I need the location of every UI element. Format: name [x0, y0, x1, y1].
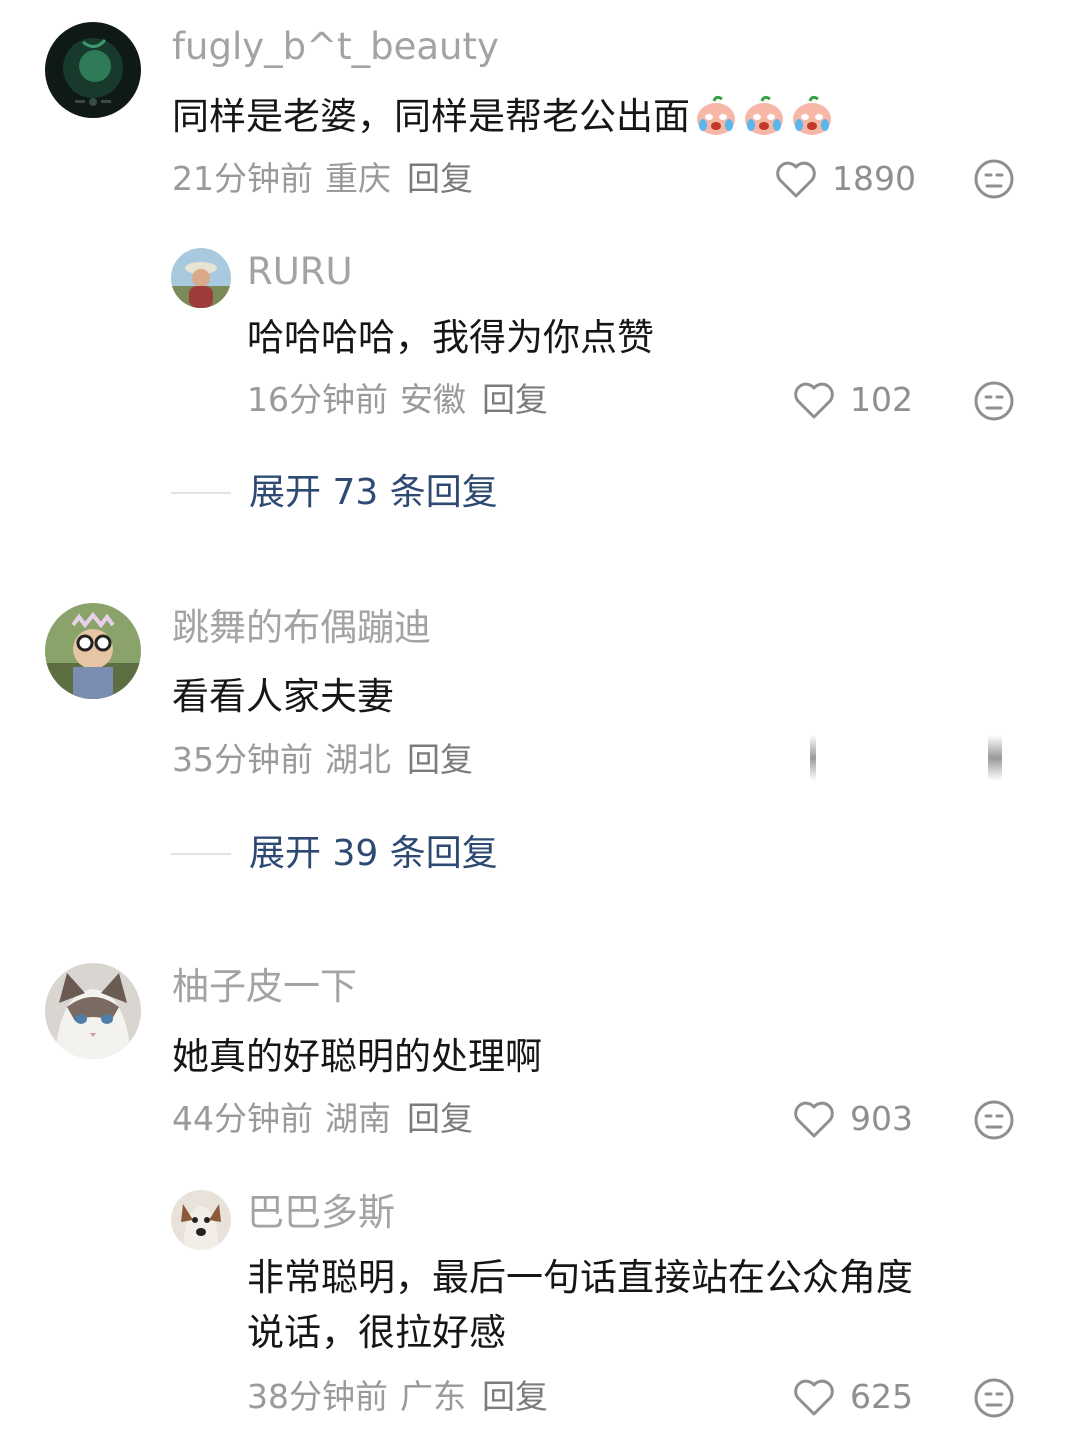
comment-location: 湖南: [325, 1099, 391, 1138]
meh-face-icon: [974, 1100, 1014, 1140]
reply-time: 16分钟前: [247, 380, 388, 419]
expand-replies-button[interactable]: 展开 73 条回复: [171, 470, 498, 516]
like-count: 102: [850, 380, 913, 419]
comment-text-content: 同样是老婆，同样是帮老公出面: [172, 95, 690, 138]
reply-button[interactable]: 回复: [482, 379, 548, 421]
like-count: 1890: [832, 159, 916, 198]
comment-list: fugly_b^t_beauty 同样是老婆，同样是帮老公出面 21分钟前 重庆…: [0, 0, 1080, 1445]
avatar[interactable]: [45, 963, 141, 1059]
dislike-button[interactable]: [973, 1377, 1015, 1419]
like-button[interactable]: 1890: [774, 158, 916, 200]
crying-peach-emoji: [694, 93, 738, 137]
expand-replies-button[interactable]: 展开 39 条回复: [171, 831, 498, 877]
avatar[interactable]: [45, 22, 141, 118]
meh-face-icon: [974, 159, 1014, 199]
comment-text: 同样是老婆，同样是帮老公出面: [172, 89, 834, 145]
comment-text: 看看人家夫妻: [172, 675, 394, 718]
reply-avatar[interactable]: [171, 248, 231, 308]
reply-meta: 38分钟前 广东 回复: [247, 1376, 548, 1418]
reply-username[interactable]: 巴巴多斯: [247, 1190, 395, 1236]
heart-outline-icon: [776, 161, 816, 198]
like-count: 625: [850, 1377, 913, 1416]
avatar[interactable]: [45, 603, 141, 699]
expand-replies-label: 展开 39 条回复: [249, 833, 498, 874]
divider-line: [171, 492, 231, 494]
reply-button[interactable]: 回复: [482, 1376, 548, 1418]
expand-replies-label: 展开 73 条回复: [249, 472, 498, 513]
loading-placeholder: [810, 735, 816, 781]
dislike-button[interactable]: [973, 158, 1015, 200]
comment-username[interactable]: fugly_b^t_beauty: [172, 24, 499, 70]
reply-location: 广东: [400, 1377, 466, 1416]
meh-face-icon: [974, 1378, 1014, 1418]
reply-text: 哈哈哈哈，我得为你点赞: [247, 316, 654, 359]
like-button[interactable]: 903: [792, 1098, 913, 1140]
reply-username[interactable]: RURU: [247, 249, 353, 295]
comment-meta: 35分钟前 湖北 回复: [172, 739, 473, 781]
comment-text: 她真的好聪明的处理啊: [172, 1035, 542, 1078]
reply-location: 安徽: [400, 380, 466, 419]
like-button[interactable]: 102: [792, 379, 913, 421]
heart-outline-icon: [794, 1379, 834, 1416]
loading-placeholder: [988, 735, 1002, 781]
reply-avatar[interactable]: [171, 1190, 231, 1250]
reply-time: 38分钟前: [247, 1377, 388, 1416]
reply-button[interactable]: 回复: [407, 739, 473, 781]
comment-meta: 21分钟前 重庆 回复: [172, 158, 473, 200]
comment-username[interactable]: 柚子皮一下: [172, 964, 357, 1010]
dislike-button[interactable]: [973, 1099, 1015, 1141]
comment-time: 35分钟前: [172, 740, 313, 779]
comment-time: 44分钟前: [172, 1099, 313, 1138]
comment-location: 湖北: [325, 740, 391, 779]
comment-meta: 44分钟前 湖南 回复: [172, 1098, 473, 1140]
comment-time: 21分钟前: [172, 159, 313, 198]
reply-text-line: 非常聪明，最后一句话直接站在公众角度: [247, 1256, 913, 1299]
like-button[interactable]: 625: [792, 1376, 913, 1418]
meh-face-icon: [974, 381, 1014, 421]
divider-line: [171, 853, 231, 855]
crying-peach-emoji: [790, 93, 834, 137]
heart-outline-icon: [794, 1101, 834, 1138]
reply-button[interactable]: 回复: [407, 158, 473, 200]
heart-outline-icon: [794, 382, 834, 419]
crying-peach-emoji: [742, 93, 786, 137]
like-count: 903: [850, 1099, 913, 1138]
reply-button[interactable]: 回复: [407, 1098, 473, 1140]
comment-location: 重庆: [325, 159, 391, 198]
reply-meta: 16分钟前 安徽 回复: [247, 379, 548, 421]
dislike-button[interactable]: [973, 380, 1015, 422]
comment-username[interactable]: 跳舞的布偶蹦迪: [172, 605, 431, 651]
reply-text-line: 说话，很拉好感: [247, 1311, 506, 1354]
